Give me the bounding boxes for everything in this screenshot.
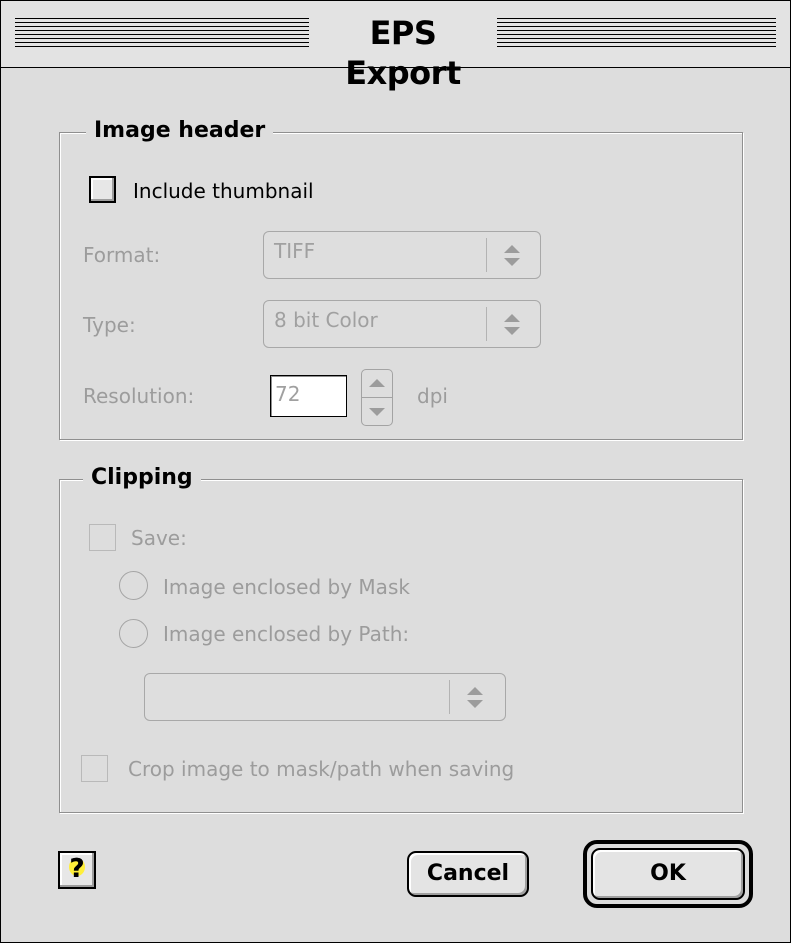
save-label[interactable]: Save: <box>131 526 187 550</box>
crop-checkbox[interactable] <box>81 755 108 782</box>
help-button[interactable]: ? <box>58 851 96 889</box>
type-popup[interactable]: 8 bit Color <box>263 300 541 348</box>
path-popup[interactable] <box>144 673 506 721</box>
eps-export-dialog: EPS Export Image header Include thumbnai… <box>0 0 791 943</box>
save-checkbox[interactable] <box>89 524 116 551</box>
format-popup-divider <box>486 238 487 272</box>
resolution-label: Resolution: <box>83 384 195 408</box>
image-header-title: Image header <box>86 118 274 144</box>
clipping-title: Clipping <box>83 465 201 491</box>
ok-button[interactable]: OK <box>591 848 745 900</box>
stepper-down-arrow-icon[interactable] <box>369 408 385 416</box>
path-radio[interactable] <box>119 619 148 648</box>
window-title: EPS Export <box>309 13 497 92</box>
path-radio-label[interactable]: Image enclosed by Path: <box>163 622 409 646</box>
mask-radio-label[interactable]: Image enclosed by Mask <box>163 575 410 599</box>
up-down-arrows-icon <box>465 674 485 720</box>
cancel-button[interactable]: Cancel <box>407 851 529 897</box>
resolution-stepper[interactable] <box>361 369 393 426</box>
include-thumbnail-label[interactable]: Include thumbnail <box>133 179 314 203</box>
up-down-arrows-icon <box>502 232 522 278</box>
format-label: Format: <box>83 243 161 267</box>
format-popup[interactable]: TIFF <box>263 231 541 279</box>
up-down-arrows-icon <box>502 301 522 347</box>
type-popup-divider <box>486 307 487 341</box>
resolution-input[interactable]: 72 <box>270 375 347 417</box>
stepper-up-arrow-icon[interactable] <box>369 379 385 387</box>
crop-label[interactable]: Crop image to mask/path when saving <box>128 757 514 781</box>
path-popup-divider <box>449 680 450 714</box>
include-thumbnail-checkbox[interactable] <box>89 176 116 203</box>
resolution-unit: dpi <box>417 384 448 408</box>
title-bar[interactable]: EPS Export <box>1 1 790 92</box>
type-popup-value: 8 bit Color <box>274 308 378 332</box>
mask-radio[interactable] <box>119 571 148 600</box>
format-popup-value: TIFF <box>274 239 316 263</box>
type-label: Type: <box>83 313 136 337</box>
